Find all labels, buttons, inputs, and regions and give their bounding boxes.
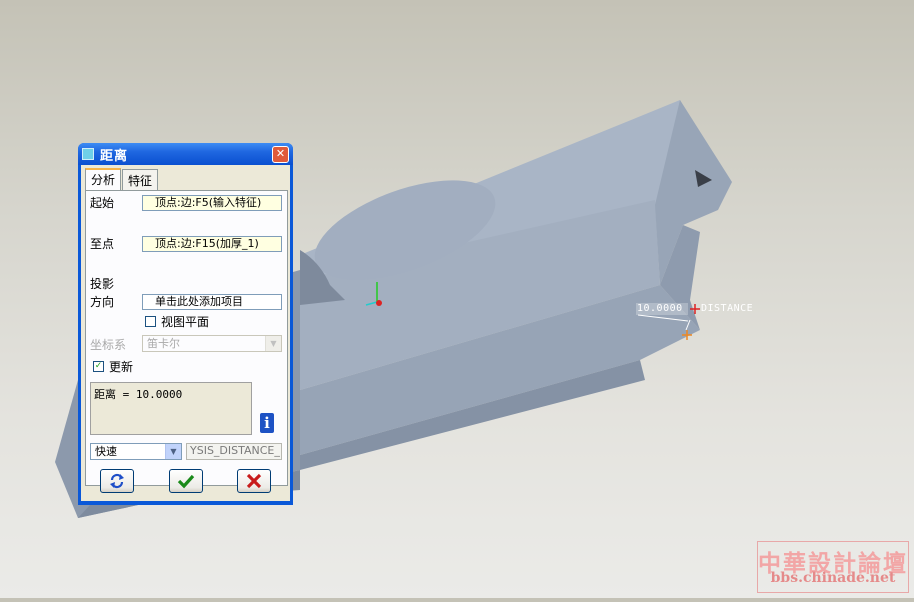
dimension-value[interactable]: 10.0000 — [637, 303, 683, 314]
dimension-label: DISTANCE — [701, 303, 754, 314]
view-plane-checkbox[interactable] — [145, 316, 156, 327]
chevron-down-icon: ▼ — [165, 444, 181, 459]
repeat-icon — [110, 473, 124, 489]
view-plane-label: 视图平面 — [161, 315, 210, 329]
direction-field[interactable]: 单击此处添加项目 — [142, 294, 282, 310]
tab-strip: 分析 特征 — [85, 168, 159, 191]
tab-feature[interactable]: 特征 — [122, 169, 159, 191]
watermark-url: bbs.chinade.net — [770, 570, 896, 586]
analysis-panel: 起始 顶点:边:F5(输入特征) 至点 顶点:边:F15(加厚_1) 投影 方向… — [85, 190, 288, 486]
watermark-logo: 中華設計論壇 bbs.chinade.net — [757, 541, 909, 593]
result-text: 距离 = 10.0000 — [94, 388, 183, 401]
cancel-button[interactable] — [237, 469, 271, 493]
repeat-button[interactable] — [100, 469, 134, 493]
csys-label: 坐标系 — [90, 338, 127, 352]
result-box: 距离 = 10.0000 — [90, 382, 252, 435]
dialog-title: 距离 — [100, 148, 129, 164]
csys-select: 笛卡尔 ▼ — [142, 335, 282, 352]
distance-dialog: 距离 ✕ 分析 特征 起始 顶点:边:F5(输入特征) 至点 顶点:边:F15(… — [78, 143, 293, 505]
tab-analysis[interactable]: 分析 — [85, 168, 122, 190]
csys-value: 笛卡尔 — [147, 337, 180, 350]
direction-label: 方向 — [90, 295, 115, 309]
close-icon — [246, 473, 262, 489]
from-field[interactable]: 顶点:边:F5(输入特征) — [142, 195, 282, 211]
info-icon[interactable]: i — [260, 413, 274, 433]
projection-label: 投影 — [90, 277, 115, 291]
update-label: 更新 — [109, 360, 134, 374]
ok-button[interactable] — [169, 469, 203, 493]
from-label: 起始 — [90, 196, 115, 210]
close-button[interactable]: ✕ — [272, 145, 289, 163]
dialog-titlebar[interactable]: 距离 ✕ — [78, 143, 293, 165]
to-label: 至点 — [90, 237, 115, 251]
to-field[interactable]: 顶点:边:F15(加厚_1) — [142, 236, 282, 252]
triad-origin — [376, 300, 382, 306]
mode-value: 快速 — [95, 445, 117, 458]
name-field[interactable]: YSIS_DISTANCE_1 — [186, 443, 282, 460]
chevron-down-icon: ▼ — [265, 336, 281, 351]
check-icon — [177, 474, 195, 489]
mode-select[interactable]: 快速 ▼ — [90, 443, 182, 460]
dialog-body: 分析 特征 起始 顶点:边:F5(输入特征) 至点 顶点:边:F15(加厚_1)… — [81, 165, 290, 501]
update-checkbox[interactable]: ✓ — [93, 361, 104, 372]
window-icon — [82, 148, 94, 160]
